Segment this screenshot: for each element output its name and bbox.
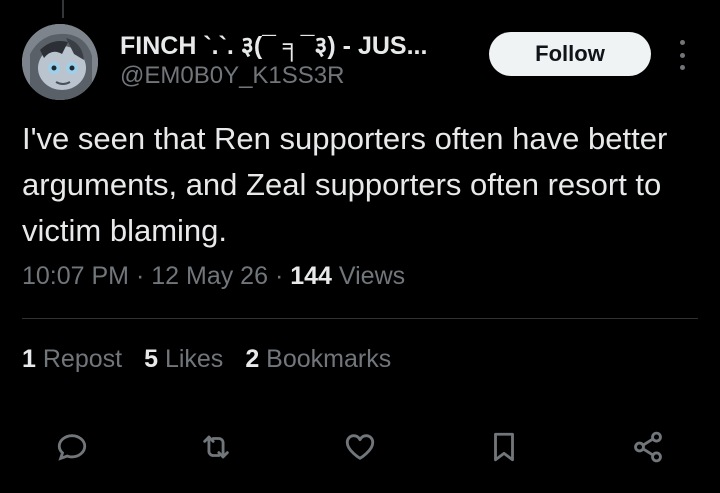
likes-count: 5	[144, 345, 158, 373]
bookmarks-stat[interactable]: 2 Bookmarks	[245, 345, 391, 374]
tweet-text: I've seen that Ren supporters often have…	[22, 121, 668, 248]
more-options-icon[interactable]	[672, 40, 692, 70]
reply-button[interactable]	[53, 428, 91, 466]
repost-icon	[203, 435, 229, 459]
divider	[22, 318, 698, 319]
views-label: Views	[338, 262, 406, 290]
tweet-meta: 10:07 PM · 12 May 26 · 144 Views	[22, 262, 405, 291]
likes-stat[interactable]: 5 Likes	[144, 345, 223, 374]
share-icon	[634, 431, 662, 463]
bookmark-button[interactable]	[485, 428, 523, 466]
bookmarks-count: 2	[245, 345, 260, 373]
reposts-label: Repost	[42, 345, 123, 373]
meta-separator: ·	[135, 262, 145, 290]
meta-separator: ·	[274, 262, 284, 290]
author-handle[interactable]: @EM0B0Y_K1SS3R	[120, 62, 344, 90]
like-button[interactable]	[341, 428, 379, 466]
tweet-date[interactable]: 12 May 26	[151, 262, 268, 290]
repost-button[interactable]	[197, 428, 235, 466]
reposts-count: 1	[22, 345, 36, 373]
reposts-stat[interactable]: 1 Repost	[22, 345, 122, 374]
bookmarks-label: Bookmarks	[266, 345, 392, 373]
tweet-time[interactable]: 10:07 PM	[22, 262, 129, 290]
share-button[interactable]	[629, 428, 667, 466]
thread-connector-line	[62, 0, 64, 18]
avatar-image	[22, 24, 98, 100]
views-count: 144	[290, 262, 332, 290]
engagement-stats: 1 Repost 5 Likes 2 Bookmarks	[22, 345, 391, 374]
bookmark-icon	[494, 432, 514, 462]
reply-icon	[57, 434, 87, 461]
avatar[interactable]	[22, 24, 98, 100]
author-display-name[interactable]: FINCH `.`. ३(¯ ╕¯३) - JUS...	[120, 28, 470, 62]
like-icon	[345, 434, 375, 460]
likes-label: Likes	[164, 345, 224, 373]
follow-button[interactable]: Follow	[489, 32, 651, 76]
